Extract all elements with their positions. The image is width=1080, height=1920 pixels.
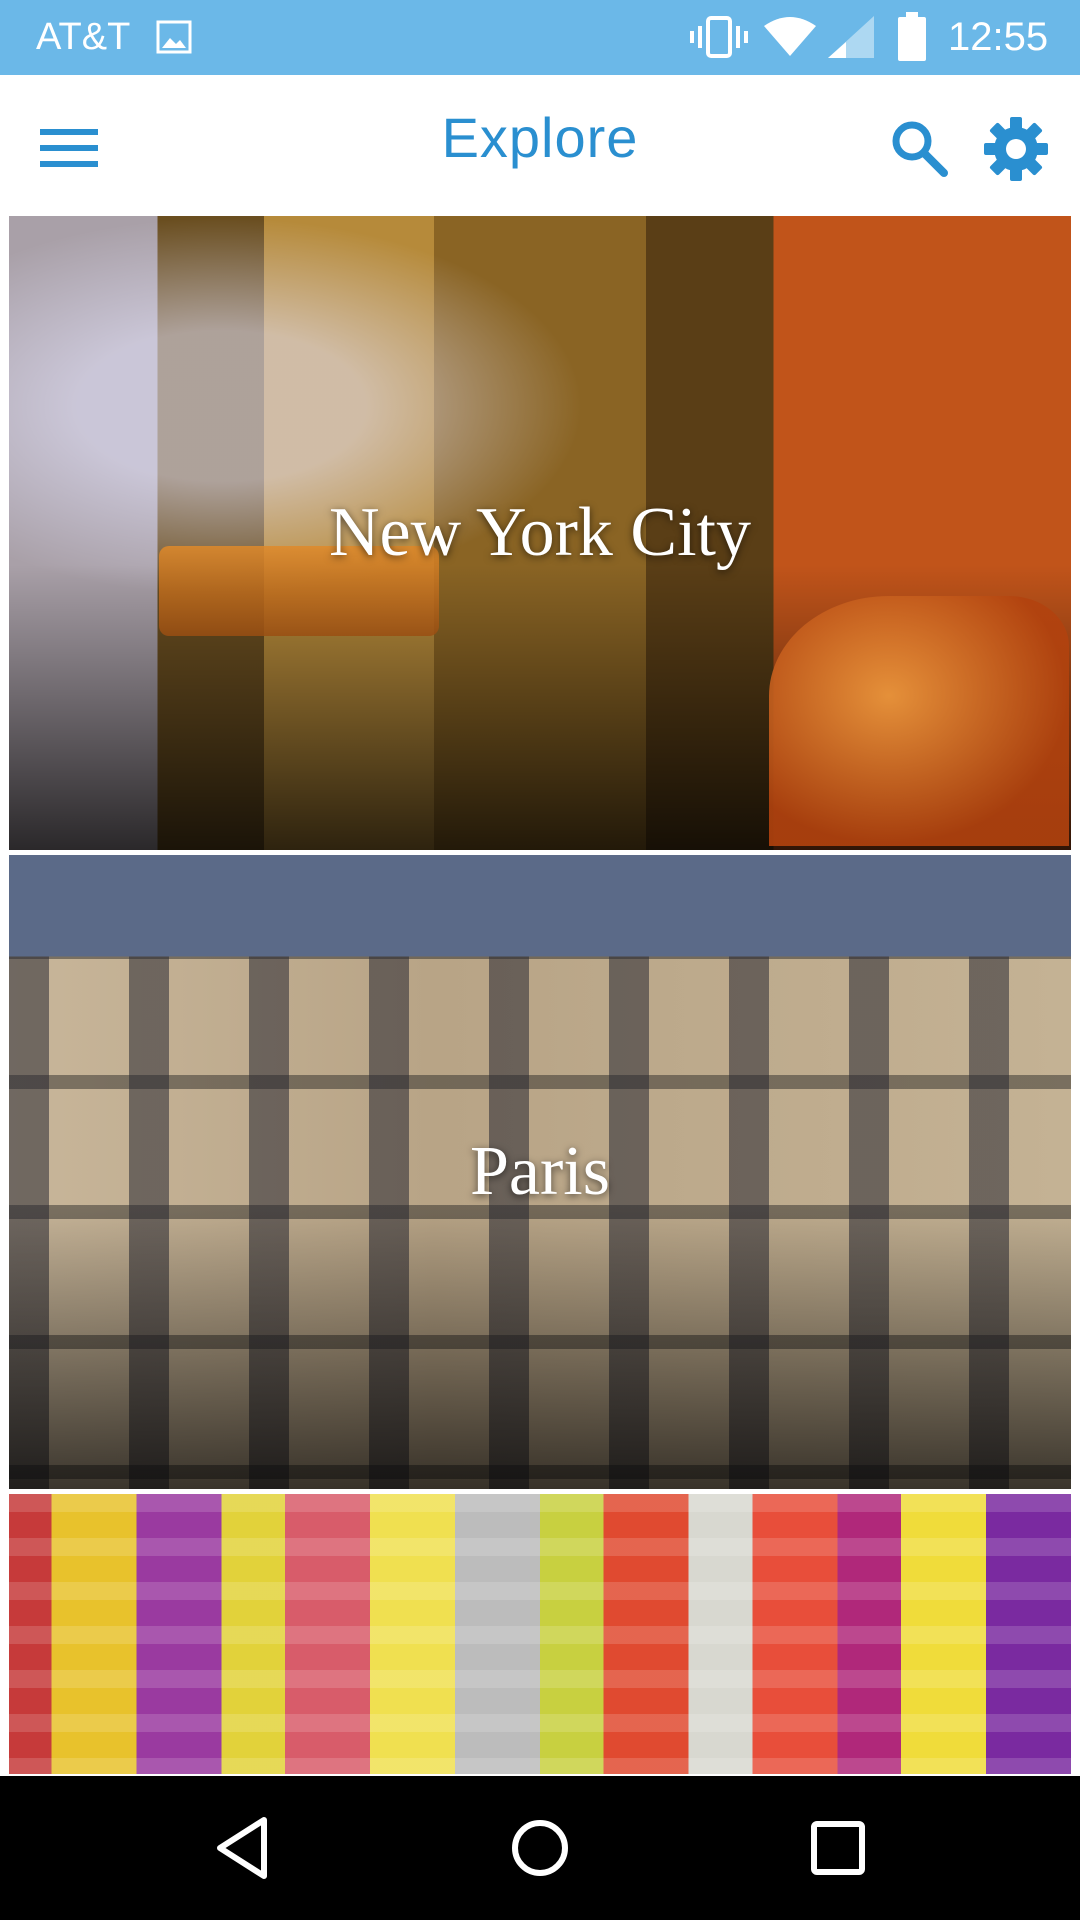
carrier-label: AT&T [36, 16, 131, 58]
navigation-bar [0, 1776, 1080, 1920]
app-bar: Explore [0, 75, 1080, 215]
signal-icon [828, 16, 874, 58]
destination-card-partial[interactable] [9, 1494, 1071, 1774]
search-icon[interactable] [884, 113, 954, 183]
hamburger-menu-icon[interactable] [28, 113, 112, 183]
home-icon[interactable] [504, 1812, 576, 1884]
gear-icon[interactable] [980, 113, 1052, 185]
battery-icon [898, 12, 926, 61]
destination-card-paris[interactable]: Paris [9, 855, 1071, 1489]
vibrate-icon [690, 16, 748, 58]
destination-label: New York City [328, 494, 752, 571]
destination-label: Paris [470, 1133, 610, 1210]
status-bar: AT&T 12:55 [0, 0, 1080, 75]
clock: 12:55 [948, 15, 1049, 59]
back-icon[interactable] [206, 1812, 278, 1884]
recents-icon[interactable] [802, 1812, 874, 1884]
gallery-icon [156, 20, 192, 54]
destination-card-new-york-city[interactable]: New York City [9, 216, 1071, 850]
wifi-icon [764, 17, 816, 56]
